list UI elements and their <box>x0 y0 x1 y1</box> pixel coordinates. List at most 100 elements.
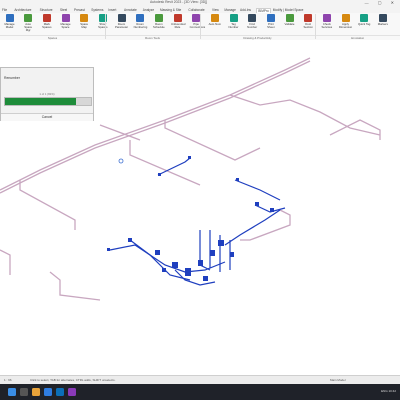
ribbon-button-room-numbering[interactable]: Room Numbering <box>134 14 147 34</box>
ribbon-tool-icon <box>229 14 238 22</box>
view-scale[interactable]: 1 : 96 <box>4 378 12 382</box>
progress-fill <box>5 98 76 105</box>
ribbon-button-label: Manage Space <box>60 22 71 29</box>
ribbon-button-label: Validate <box>284 22 295 26</box>
ribbon-tool-icon <box>154 14 163 22</box>
window-title: Autodesk Revit 2023 - [3D View: {3D}] <box>150 0 208 4</box>
ribbon-button-label: Room Numbering <box>133 22 148 29</box>
tab-steel[interactable]: Steel <box>59 8 68 13</box>
ribbon-button-label: Show Spaces <box>98 22 108 29</box>
tab-precast[interactable]: Precast <box>73 8 86 13</box>
tab-analyze[interactable]: Analyze <box>142 8 155 13</box>
ribbon-tool-icon <box>285 14 294 22</box>
ribbon-button-auto-num[interactable]: Auto Num <box>208 14 221 34</box>
ribbon-button-label: Find Number <box>247 22 258 29</box>
ribbon-button-label: Room Schedule <box>152 22 165 29</box>
progress-dialog: Renumber 1 of 1 (82%) Cancel <box>0 67 94 121</box>
ribbon-button-auto-space-mgr[interactable]: Auto Space Mgr <box>22 14 35 34</box>
tab-collaborate[interactable]: Collaborate <box>187 8 205 13</box>
tab-file[interactable]: File <box>1 8 8 13</box>
window-controls[interactable]: — ▢ ✕ <box>365 0 398 5</box>
ribbon-tool-icon <box>248 14 257 22</box>
ribbon-button-label: Unbounded Rule <box>171 22 186 29</box>
ribbon-tool-icon <box>173 14 182 22</box>
tab-systems[interactable]: Systems <box>90 8 104 13</box>
tab-annotate[interactable]: Annotate <box>123 8 138 13</box>
tab-structure[interactable]: Structure <box>39 8 54 13</box>
ribbon-tool-icon <box>61 14 70 22</box>
ribbon-tool-icon <box>266 14 275 22</box>
tab-insert[interactable]: Insert <box>107 8 117 13</box>
ribbon-button-room-schedule[interactable]: Room Schedule <box>152 14 165 34</box>
ribbon-tool-icon <box>192 14 201 22</box>
ribbon-button-mark-spaces[interactable]: Mark Spaces <box>40 14 53 34</box>
tab-view[interactable]: View <box>211 8 220 13</box>
ribbon-tool-icon <box>136 14 145 22</box>
taskbar: ENG 10:42 <box>0 384 400 400</box>
tab-add-ins[interactable]: Add-Ins <box>239 8 252 13</box>
ribbon-tool-icon <box>378 14 387 22</box>
ribbon-tool-icon <box>80 14 89 22</box>
ribbon-button-label: Apply Dimension <box>339 22 353 29</box>
start-icon[interactable] <box>8 388 16 396</box>
ribbon-button-unbounded-rule[interactable]: Unbounded Rule <box>171 14 186 34</box>
ribbon-button-space-map[interactable]: Space Map <box>78 14 91 34</box>
status-hint: Click to select, TAB for alternates, CTR… <box>30 378 116 382</box>
ribbon-button-label: Mark Spaces <box>42 22 52 29</box>
tab-architecture[interactable]: Architecture <box>13 8 32 13</box>
ribbon-button-show-spaces[interactable]: Show Spaces <box>96 14 109 34</box>
tab-modify-model-space[interactable]: Modify | Model Space <box>272 8 305 13</box>
ribbon-tool-icon <box>5 14 14 22</box>
title-bar: Autodesk Revit 2023 - [3D View: {3D}] — … <box>0 0 400 7</box>
ribbon-button-label: Manage Model <box>4 22 15 29</box>
ribbon-button-tag-number[interactable]: Tag Number <box>227 14 240 34</box>
model-selector[interactable]: Main Model <box>330 378 346 382</box>
ribbon-button-manage-model[interactable]: Manage Model <box>3 14 16 34</box>
ribbon-tool-icon <box>322 14 331 22</box>
ribbon-button-validate[interactable]: Validate <box>283 14 296 34</box>
system-tray[interactable]: ENG 10:42 <box>381 389 396 393</box>
app-icon[interactable] <box>68 388 76 396</box>
ribbon: Manage Model Auto Space Mgr Mark Spaces Man… <box>0 13 400 41</box>
revit-icon[interactable] <box>56 388 64 396</box>
ribbon-tool-icon <box>304 14 313 22</box>
ribbon-button-apply-dimension[interactable]: Apply Dimension <box>339 14 352 34</box>
ribbon-button-label: Check Services <box>321 22 333 29</box>
ribbon-button-label: Space Map <box>80 22 89 29</box>
view-target-icon[interactable] <box>118 158 124 164</box>
progress-status: 1 of 1 (82%) <box>39 92 55 96</box>
pipe-fittings <box>107 156 274 281</box>
panel-divider <box>105 14 106 39</box>
tab-massing-site[interactable]: Massing & Site <box>159 8 182 13</box>
ribbon-button-label: Auto Num <box>208 22 222 26</box>
ribbon-button-label: Room Parameter <box>115 22 129 29</box>
ribbon-button-label: Tag Number <box>228 22 239 29</box>
ribbon-tool-icon <box>117 14 126 22</box>
ribbon-button-label: Markers <box>377 22 388 26</box>
ribbon-button-markers[interactable]: Markers <box>376 14 389 34</box>
ribbon-button-label: Print Sheet <box>267 22 275 29</box>
panel-divider <box>200 14 201 39</box>
folder-icon[interactable] <box>32 388 40 396</box>
ribbon-button-quick-tag[interactable]: Quick Tag <box>358 14 371 34</box>
search-icon[interactable] <box>20 388 28 396</box>
ribbon-tool-icon <box>24 14 33 22</box>
ribbon-button-check-services[interactable]: Check Services <box>320 14 333 34</box>
tab-manage[interactable]: Manage <box>223 8 237 13</box>
panel-divider <box>315 14 316 39</box>
cancel-button[interactable]: Cancel <box>1 113 93 121</box>
ribbon-button-room-parameter[interactable]: Room Parameter <box>115 14 128 34</box>
ribbon-button-duct-section[interactable]: Duct Section <box>302 14 315 34</box>
ribbon-button-print-sheet[interactable]: Print Sheet <box>264 14 277 34</box>
ribbon-tool-icon <box>42 14 51 22</box>
progress-track <box>4 97 92 106</box>
ribbon-button-label: Auto Space Mgr <box>24 22 33 32</box>
ribbon-tool-icon <box>210 14 219 22</box>
selected-pipes[interactable] <box>109 157 286 286</box>
browser-icon[interactable] <box>44 388 52 396</box>
ribbon-button-label: Quick Tag <box>357 22 371 26</box>
ribbon-button-manage-space[interactable]: Manage Space <box>59 14 72 34</box>
progress-title: Renumber <box>4 76 20 80</box>
ribbon-button-find-number[interactable]: Find Number <box>246 14 259 34</box>
ribbon-tool-icon <box>341 14 350 22</box>
